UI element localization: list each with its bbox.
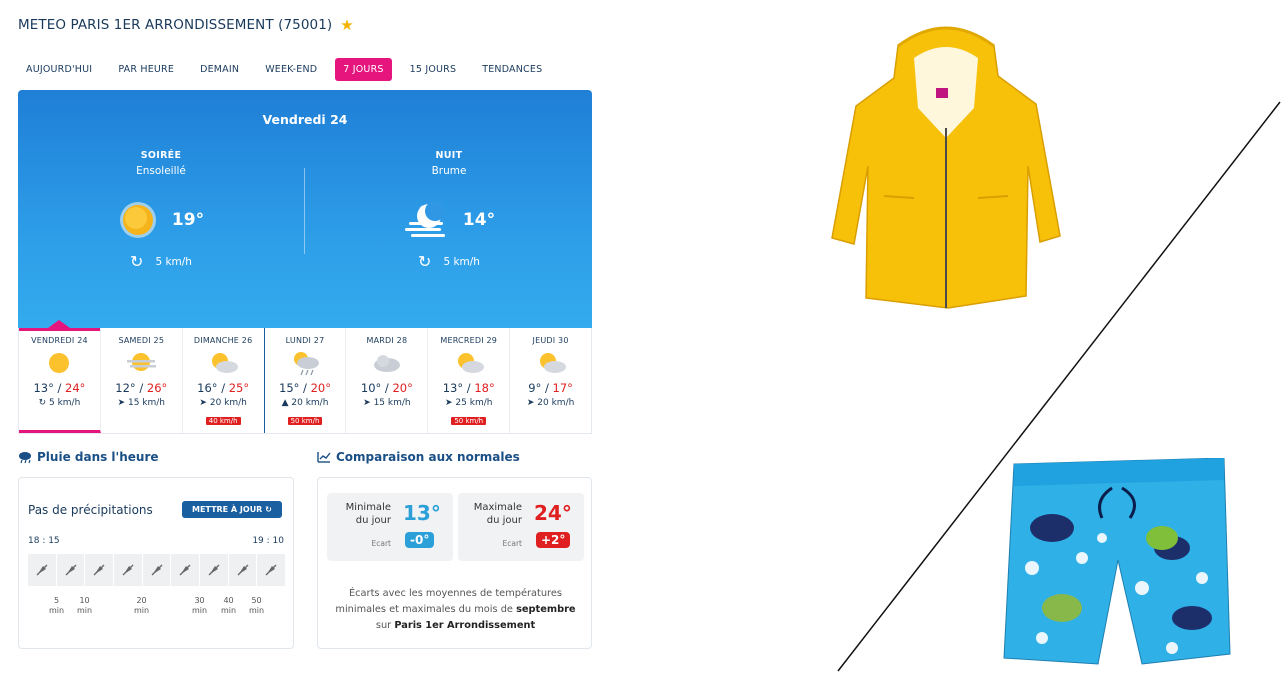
- yellow-raincoat-image: [831, 26, 1061, 309]
- floral-swim-shorts-image: [1003, 458, 1231, 665]
